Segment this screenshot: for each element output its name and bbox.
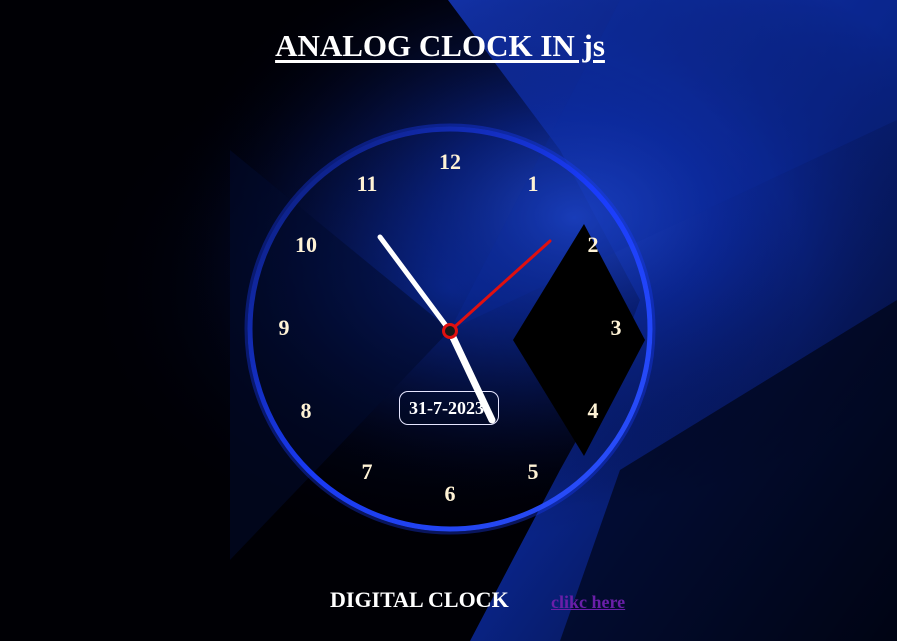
clock-number-5: 5 (527, 459, 539, 484)
clock-number-9: 9 (278, 315, 290, 340)
clock-number-12: 12 (439, 149, 461, 174)
date-display: 31-7-2023 (399, 391, 499, 425)
clock-face (244, 123, 656, 535)
page-title: ANALOG CLOCK IN js (275, 28, 605, 63)
digital-clock-link[interactable]: clikc here (551, 590, 625, 614)
clock-number-8: 8 (300, 398, 312, 423)
clock-number-3: 3 (610, 315, 622, 340)
clock-number-7: 7 (361, 459, 373, 484)
digital-clock-label: DIGITAL CLOCK (330, 587, 509, 612)
clock-number-1: 1 (527, 171, 539, 196)
clock-number-10: 10 (295, 232, 317, 257)
clock-number-4: 4 (587, 398, 599, 423)
clock-number-6: 6 (444, 481, 456, 506)
clock-number-2: 2 (587, 232, 599, 257)
clock-number-11: 11 (356, 171, 378, 196)
